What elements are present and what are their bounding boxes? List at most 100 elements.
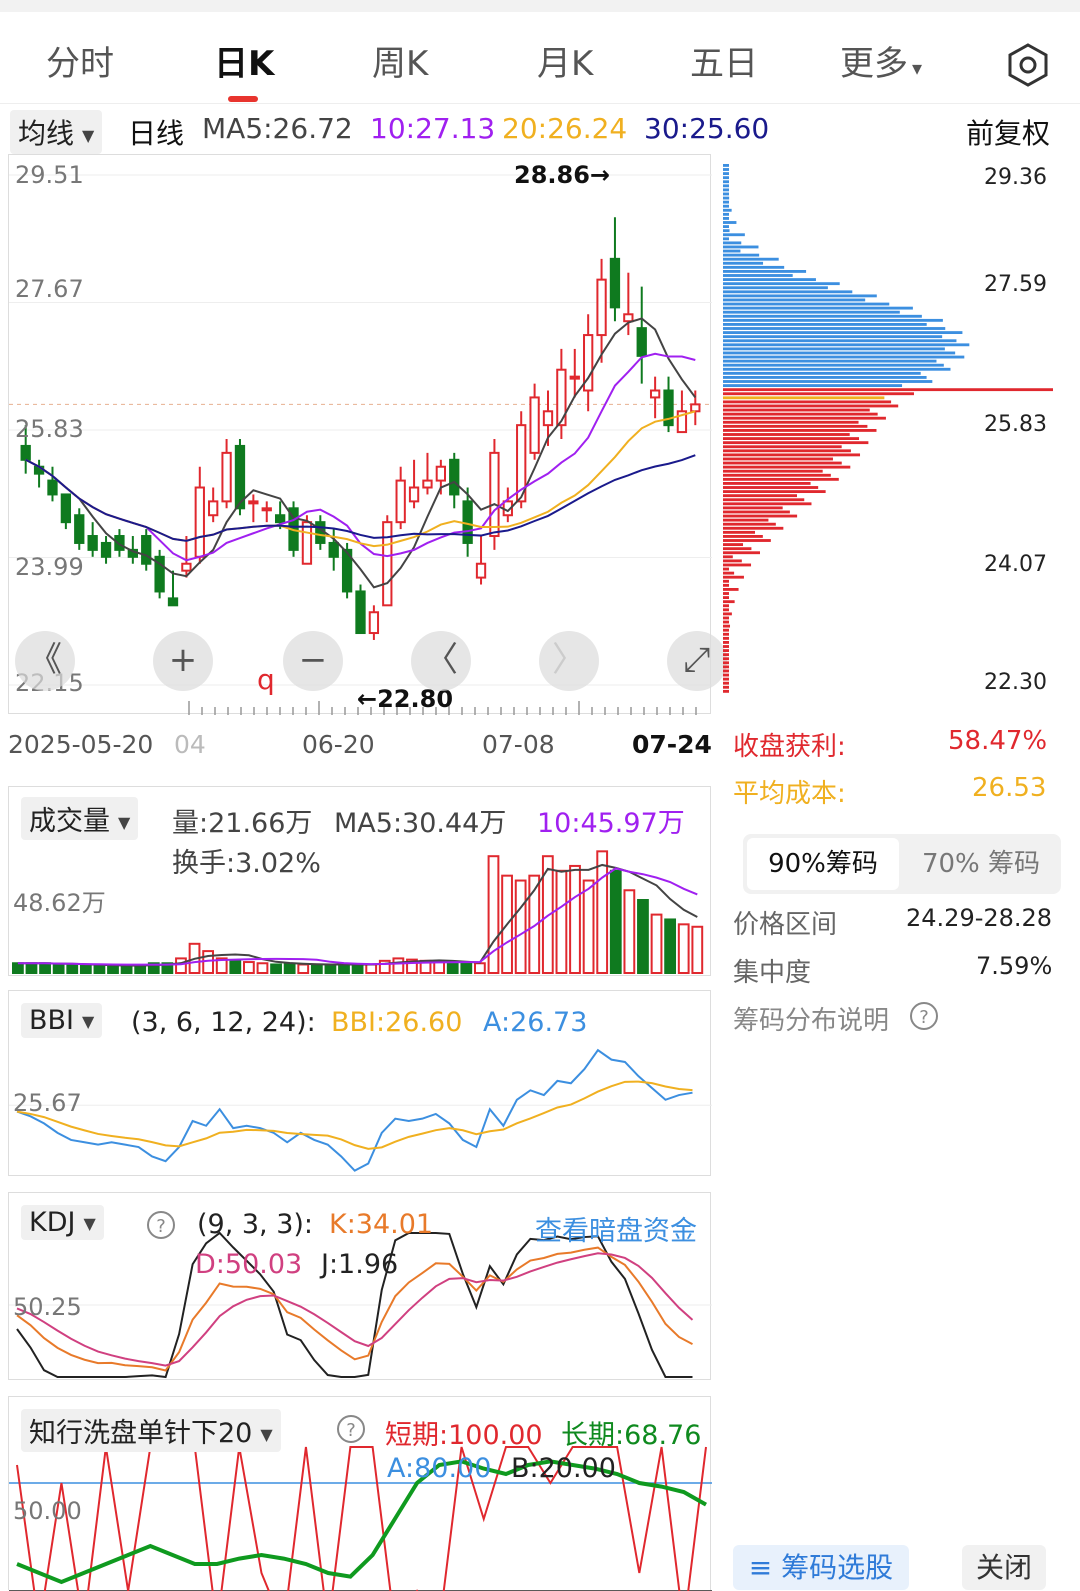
chip-bar <box>723 355 965 359</box>
candle <box>609 257 621 309</box>
kline-chart[interactable]: q <box>9 155 712 715</box>
chip-percent-toggle: 90%筹码 70% 筹码 <box>743 834 1061 894</box>
chip-bar <box>723 681 729 685</box>
chip-bar <box>723 453 861 457</box>
chip-bar <box>723 685 729 689</box>
volume-bar <box>664 918 677 974</box>
chip-bar <box>723 392 914 396</box>
chip-bar <box>723 551 760 555</box>
tab-daily-k[interactable]: 日K <box>214 36 274 85</box>
chip-bar <box>723 176 729 180</box>
kdj-dropdown[interactable]: KDJ ▼ <box>21 1205 104 1240</box>
chip-price-label: 24.07 <box>984 552 1047 577</box>
volume-bar <box>582 879 595 974</box>
kdj-panel[interactable]: KDJ ▼ ? (9, 3, 3): K:34.01 查看暗盘资金 D:50.03… <box>8 1192 712 1380</box>
bbi-panel[interactable]: BBI ▼ (3, 6, 12, 24): BBI:26.60 A:26.73 2… <box>8 990 712 1176</box>
zx-a-value: A:80.00 <box>387 1453 492 1484</box>
tab-five-day[interactable]: 五日 <box>690 36 758 85</box>
zx-dropdown[interactable]: 知行洗盘单针下20 ▼ <box>21 1409 281 1452</box>
tab-weekly-k[interactable]: 周K <box>372 36 428 85</box>
chip-bar <box>723 290 853 294</box>
volume-bar <box>25 962 38 974</box>
tab-chip-70[interactable]: 70% 筹码 <box>905 838 1057 890</box>
chip-bar <box>723 371 921 375</box>
chip-bar <box>723 535 763 538</box>
help-icon[interactable]: ? <box>908 1000 940 1032</box>
volume-bar <box>324 963 337 975</box>
candle <box>462 500 473 544</box>
ma10-value: 10:27.13 <box>370 112 496 145</box>
caret-down-icon: ▼ <box>260 1425 273 1444</box>
chip-bar <box>723 624 731 628</box>
help-icon[interactable]: ? <box>335 1413 367 1445</box>
volume-bar <box>351 963 364 975</box>
chip-bar <box>723 661 729 665</box>
candle <box>315 521 326 544</box>
chip-bar <box>723 530 756 534</box>
kline-y-label: 25.83 <box>15 415 84 443</box>
scroll-start-button[interactable]: 《 <box>15 631 75 691</box>
kline-y-label: 23.99 <box>15 553 84 581</box>
zoom-out-button[interactable]: − <box>283 631 343 691</box>
chip-bar <box>723 351 956 355</box>
date-label: 04 <box>174 730 206 759</box>
chip-bar <box>723 327 946 330</box>
chip-bar <box>723 298 866 302</box>
ma-dropdown[interactable]: 均线 ▼ <box>10 110 103 154</box>
period-tabs: 分时 日K 周K 月K 五日 更多 ▾ <box>0 12 1080 104</box>
close-button[interactable]: 关闭 <box>962 1545 1046 1590</box>
tab-intraday[interactable]: 分时 <box>46 36 114 85</box>
help-icon[interactable]: ? <box>145 1209 177 1241</box>
chip-bar <box>723 335 943 339</box>
chip-bar <box>723 567 729 571</box>
chip-explain-link[interactable]: 筹码分布说明 <box>733 1000 889 1037</box>
chip-bar <box>723 212 729 216</box>
avg-cost-label: 平均成本: <box>733 779 846 809</box>
chip-bar <box>723 420 859 424</box>
tab-chip-90[interactable]: 90%筹码 <box>747 838 899 890</box>
tab-monthly-k[interactable]: 月K <box>537 36 593 85</box>
candle <box>181 562 192 572</box>
chip-bar <box>723 233 745 237</box>
dark-pool-link[interactable]: 查看暗盘资金 <box>535 1209 697 1248</box>
chip-bar <box>723 367 951 371</box>
tab-more[interactable]: 更多 ▾ <box>840 36 922 85</box>
bbi-dropdown[interactable]: BBI ▼ <box>21 1003 103 1038</box>
settings-icon[interactable] <box>1005 42 1051 88</box>
chip-bar <box>723 433 850 436</box>
volume-value: 量:21.66万 <box>172 808 313 839</box>
chip-bar <box>723 200 729 204</box>
zoom-in-button[interactable]: + <box>153 631 213 691</box>
fullscreen-button[interactable]: ⤢ <box>667 631 727 691</box>
chip-bar <box>723 477 839 481</box>
volume-bar <box>243 961 255 975</box>
chip-bar <box>723 608 729 612</box>
caret-down-icon: ▼ <box>118 813 131 832</box>
scroll-left-button[interactable]: 〈 <box>411 631 471 691</box>
scroll-right-button[interactable]: 〉 <box>539 631 599 691</box>
chip-bar <box>723 526 784 530</box>
ma5-value: MA5:26.72 <box>202 112 353 145</box>
zx-indicator-panel[interactable]: 知行洗盘单针下20 ▼ ? 短期:100.00 长期:68.76 A:80.00 … <box>8 1396 712 1591</box>
svg-text:?: ? <box>346 1420 356 1441</box>
concentration-label: 集中度 <box>733 958 812 988</box>
chip-bar <box>723 689 729 693</box>
profit-label: 收盘获利: <box>733 732 846 762</box>
chip-bar <box>723 396 885 400</box>
chip-bar <box>723 649 729 653</box>
chip-select-button[interactable]: ≡ 筹码选股 <box>733 1545 909 1590</box>
candle <box>194 486 205 558</box>
kline-y-label: 27.67 <box>15 275 84 303</box>
chip-bar <box>723 653 729 657</box>
bbi-a-line <box>16 1048 693 1172</box>
volume-bar <box>569 864 581 974</box>
concentration-value: 7.59% <box>976 952 1053 980</box>
volume-bar <box>175 957 187 974</box>
avg-cost-value: 26.53 <box>972 773 1047 803</box>
price-range-label: 价格区间 <box>733 910 838 940</box>
adjust-mode[interactable]: 前复权 <box>966 112 1050 152</box>
kline-panel[interactable]: q 29.51 27.67 25.83 23.99 22.15 28.86→ ←… <box>8 154 727 715</box>
chip-bar <box>723 237 729 241</box>
volume-dropdown[interactable]: 成交量 ▼ <box>21 797 139 840</box>
volume-panel[interactable]: 成交量 ▼ 量:21.66万 MA5:30.44万 10:45.97万 换手:3.… <box>8 786 711 976</box>
